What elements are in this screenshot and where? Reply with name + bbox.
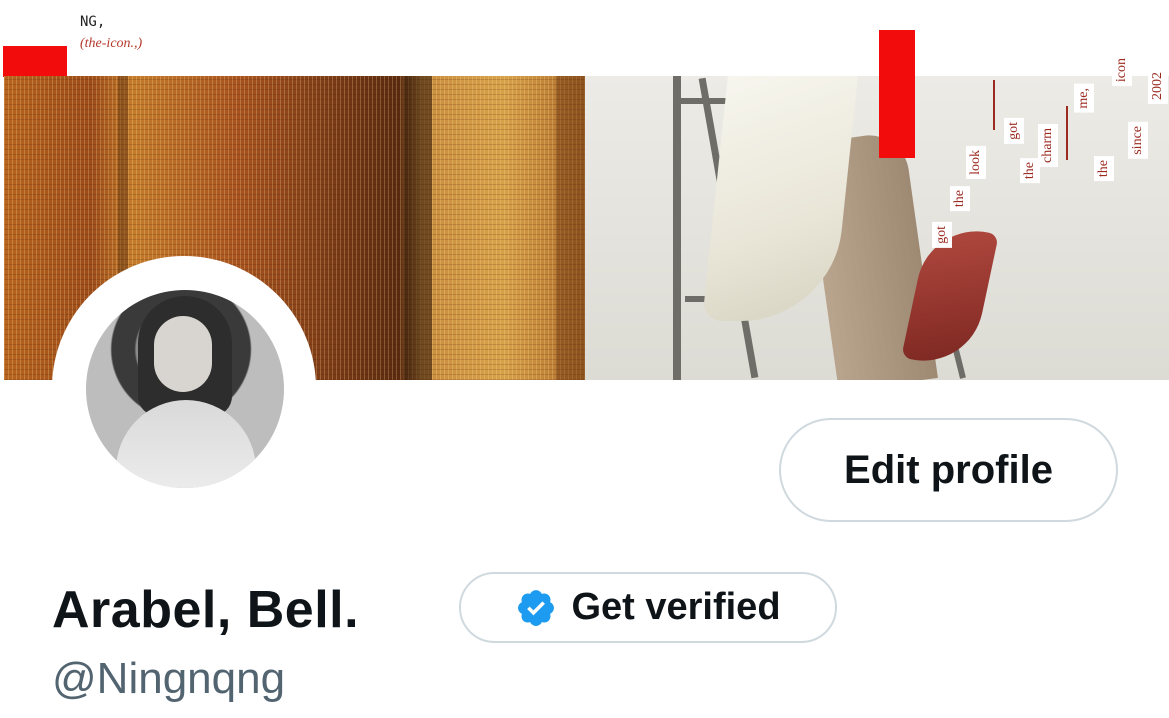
verified-badge-icon	[518, 589, 555, 626]
cover-top-label: NG,	[80, 14, 106, 30]
cover-red-block-right	[879, 30, 915, 158]
stair-word-3: look	[966, 146, 986, 179]
stair-word-7: me,	[1074, 84, 1094, 113]
stair-word-11: 2002	[1148, 68, 1168, 104]
stair-word-8: the	[1094, 156, 1114, 182]
stair-word-5: the	[1020, 158, 1040, 184]
get-verified-button[interactable]: Get verified	[459, 572, 837, 643]
cover-top-sublabel: (the-icon.,)	[80, 36, 143, 51]
banner-fashion-photo	[585, 76, 1169, 380]
display-name: Arabel, Bell.	[52, 581, 360, 639]
stair-word-1: got	[932, 222, 952, 248]
stair-word-10: since	[1128, 122, 1148, 159]
stair-word-2: the	[950, 186, 970, 212]
edit-profile-button[interactable]: Edit profile	[779, 418, 1118, 522]
avatar[interactable]	[86, 290, 284, 488]
cover-red-block-left	[3, 46, 67, 77]
get-verified-label: Get verified	[571, 586, 781, 628]
stair-word-6: charm	[1038, 124, 1058, 167]
edit-profile-label: Edit profile	[844, 447, 1053, 492]
stair-word-9: icon	[1112, 54, 1132, 87]
user-handle: @Ningnqng	[52, 654, 286, 703]
stair-word-4: got	[1004, 118, 1024, 144]
